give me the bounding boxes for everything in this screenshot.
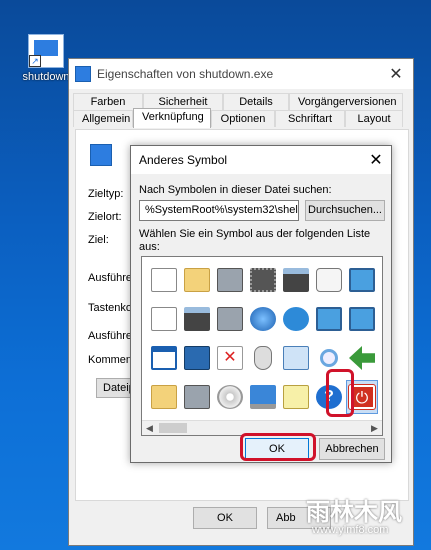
icon-choice[interactable]: ✕	[214, 341, 246, 375]
tab-layout[interactable]: Layout	[345, 110, 403, 127]
mouse-icon	[254, 346, 272, 370]
folder-icon	[151, 385, 177, 409]
shortcut-icon	[90, 144, 112, 166]
server-icon	[184, 307, 210, 331]
icon-choice[interactable]	[181, 341, 213, 375]
globe-icon	[250, 307, 276, 331]
icon-choice[interactable]	[280, 302, 312, 336]
icon-choice[interactable]	[247, 263, 279, 297]
dialog-title-bar: Anderes Symbol ✕	[131, 146, 391, 174]
tab-vorgaengerversionen[interactable]: Vorgängerversionen	[289, 93, 403, 110]
icon-choice[interactable]	[247, 341, 279, 375]
icon-choice[interactable]	[214, 302, 246, 336]
tab-schriftart[interactable]: Schriftart	[275, 110, 345, 127]
search-icon	[320, 349, 338, 367]
control-panel-icon	[316, 307, 342, 331]
icon-choice[interactable]	[214, 263, 246, 297]
icon-choice[interactable]	[280, 341, 312, 375]
watermark: 雨林木风 www.ylmf8.com	[294, 488, 430, 548]
icon-choice[interactable]	[181, 380, 213, 414]
shortcut-icon: ↗	[28, 34, 64, 68]
label-zieltyp: Zieltyp:	[88, 188, 124, 200]
properties-ok-button[interactable]: OK	[193, 507, 257, 529]
icon-choice[interactable]	[214, 380, 246, 414]
close-icon[interactable]: ✕	[379, 64, 413, 84]
dialog-cancel-button[interactable]: Abbrechen	[319, 438, 385, 460]
display-icon	[349, 307, 375, 331]
drive-icon	[217, 268, 243, 292]
icon-choice[interactable]	[346, 263, 378, 297]
icon-choice[interactable]	[346, 302, 378, 336]
drive-icon	[184, 385, 210, 409]
panel-icon	[283, 385, 309, 409]
folder-icon	[184, 268, 210, 292]
icon-choice[interactable]	[280, 263, 312, 297]
watermark-url: www.ylmf8.com	[312, 524, 389, 536]
disconnected-drive-icon: ✕	[217, 346, 243, 370]
dialog-title: Anderes Symbol	[139, 153, 228, 167]
icon-choice[interactable]	[247, 302, 279, 336]
green-arrow-icon	[349, 346, 375, 370]
tabs-bottom-row: Allgemein Verknüpfung Optionen Schriftar…	[73, 108, 403, 128]
tree-icon	[283, 346, 309, 370]
label-zielort: Zielort:	[88, 211, 122, 223]
app-icon	[75, 66, 91, 82]
desktop-icon-label: shutdown	[22, 71, 70, 83]
icon-file-path-input[interactable]: %SystemRoot%\system32\shell32	[139, 200, 299, 221]
properties-title: Eigenschaften von shutdown.exe	[97, 67, 274, 81]
monitor-icon	[349, 268, 375, 292]
tab-details[interactable]: Details	[223, 93, 289, 110]
watermark-logo-text: 雨林木风	[306, 499, 402, 526]
tab-verknuepfung[interactable]: Verknüpfung	[133, 108, 211, 128]
chip-icon	[250, 268, 276, 292]
label-ziel: Ziel:	[88, 234, 109, 246]
scroll-right-icon[interactable]: ▶	[367, 421, 382, 435]
window-icon	[151, 346, 177, 370]
highlight-ring-power-icon	[326, 369, 354, 417]
network-icon	[283, 307, 309, 331]
tab-allgemein[interactable]: Allgemein	[73, 110, 133, 127]
icon-choice[interactable]	[148, 263, 180, 297]
search-file-label: Nach Symbolen in dieser Datei suchen:	[139, 184, 332, 196]
document-icon	[151, 268, 177, 292]
highlight-ring-ok-button	[240, 433, 316, 461]
network-drive-icon	[217, 307, 243, 331]
desktop-shortcut-shutdown[interactable]: ↗ shutdown	[18, 34, 74, 83]
tab-optionen[interactable]: Optionen	[211, 110, 275, 127]
icon-choice[interactable]	[280, 380, 312, 414]
properties-title-bar: Eigenschaften von shutdown.exe ✕	[69, 59, 413, 89]
cd-icon	[217, 385, 243, 409]
icon-choice[interactable]	[313, 302, 345, 336]
icon-choice[interactable]	[181, 263, 213, 297]
browse-button[interactable]: Durchsuchen...	[305, 200, 385, 221]
close-icon[interactable]: ✕	[361, 150, 391, 170]
icon-choice[interactable]	[313, 263, 345, 297]
change-icon-dialog: Anderes Symbol ✕ Nach Symbolen in dieser…	[130, 145, 392, 463]
scroll-left-icon[interactable]: ◀	[142, 421, 157, 435]
floppy-icon	[184, 346, 210, 370]
tabs-top-row: Farben Sicherheit Details Vorgängerversi…	[73, 93, 403, 110]
icon-choice[interactable]	[181, 302, 213, 336]
icon-choice[interactable]	[148, 341, 180, 375]
label-tastenkombination: Tastenkor	[88, 302, 136, 314]
icon-choice[interactable]	[148, 302, 180, 336]
icon-choice[interactable]	[247, 380, 279, 414]
clock-document-icon	[316, 268, 342, 292]
choose-icon-label: Wählen Sie ein Symbol aus der folgenden …	[139, 228, 371, 253]
printer-icon	[283, 268, 309, 292]
icon-choice[interactable]	[148, 380, 180, 414]
laptop-icon	[250, 385, 276, 409]
text-document-icon	[151, 307, 177, 331]
scrollbar-thumb[interactable]	[159, 423, 187, 433]
